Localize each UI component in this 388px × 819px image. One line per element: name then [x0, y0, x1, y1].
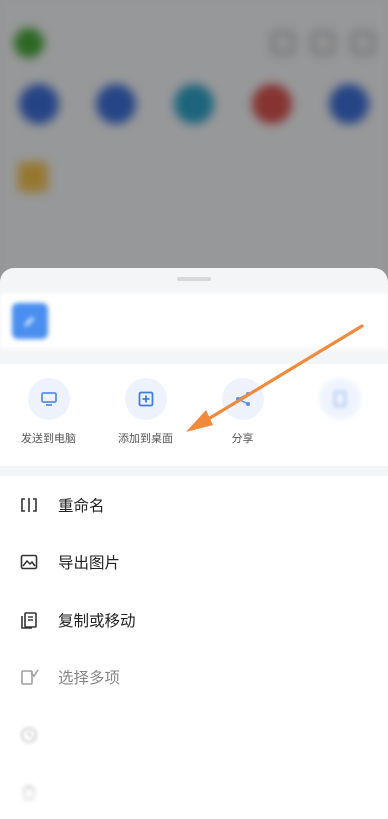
menu-item-label: 选择多项	[58, 669, 121, 688]
menu-item-delete[interactable]	[0, 764, 388, 819]
menu-item-export-image[interactable]: 导出图片	[0, 534, 388, 592]
share-button[interactable]: 分享	[194, 364, 291, 466]
multi-select-icon	[18, 666, 40, 688]
add-to-desktop-label: 添加到桌面	[118, 432, 173, 445]
action-menu: 重命名 导出图片 复制或移动 选择多项	[0, 476, 388, 819]
menu-item-history[interactable]	[0, 706, 388, 764]
add-to-desktop-button[interactable]: 添加到桌面	[97, 364, 194, 466]
menu-item-label: 导出图片	[58, 554, 121, 573]
file-icon	[12, 303, 48, 339]
delete-icon	[18, 781, 40, 803]
send-to-pc-label: 发送到电脑	[21, 432, 76, 445]
menu-item-label: 重命名	[58, 496, 105, 515]
sheet-handle[interactable]	[177, 277, 211, 281]
menu-item-label: 复制或移动	[58, 611, 136, 630]
more-action-button[interactable]	[291, 364, 388, 466]
menu-item-rename[interactable]: 重命名	[0, 476, 388, 534]
monitor-icon	[27, 378, 70, 420]
bottom-sheet: 发送到电脑 添加到桌面 分享 重命名 导出图片 复制或移动 选择多项	[0, 268, 388, 819]
export-image-icon	[18, 551, 40, 573]
share-icon	[221, 378, 264, 420]
rename-icon	[18, 494, 40, 516]
add-square-icon	[124, 378, 167, 420]
history-icon	[18, 724, 40, 746]
menu-item-multi-select[interactable]: 选择多项	[0, 649, 388, 707]
quick-actions: 发送到电脑 添加到桌面 分享	[0, 364, 388, 466]
document-icon	[318, 378, 361, 420]
share-label: 分享	[231, 432, 254, 445]
menu-item-copy-move[interactable]: 复制或移动	[0, 591, 388, 649]
send-to-pc-button[interactable]: 发送到电脑	[0, 364, 97, 466]
file-card	[0, 293, 388, 349]
copy-move-icon	[18, 609, 40, 631]
